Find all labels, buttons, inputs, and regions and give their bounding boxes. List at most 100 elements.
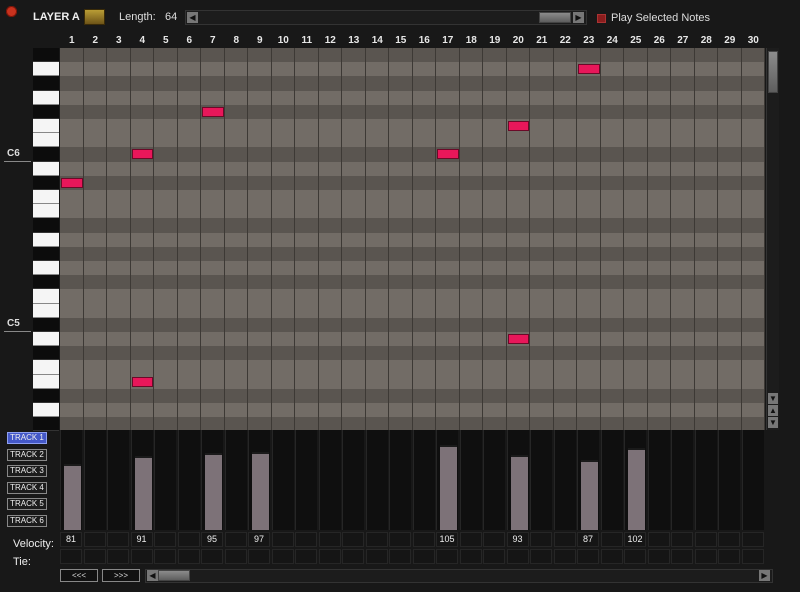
grid-row[interactable] [60,147,765,162]
white-key[interactable] [33,190,59,205]
white-key[interactable] [33,119,59,134]
scroll-down-icon[interactable]: ▼ [768,393,778,404]
length-value[interactable]: 64 [165,11,177,23]
velocity-value[interactable]: 87 [577,532,599,547]
grid-row[interactable] [60,289,765,304]
velocity-value[interactable] [694,532,717,547]
velocity-value[interactable] [177,532,200,547]
grid-row[interactable] [60,76,765,91]
velocity-lane[interactable] [60,430,766,530]
black-key[interactable] [33,346,59,361]
black-key[interactable] [33,175,59,190]
tie-cell[interactable] [318,549,341,564]
velocity-value[interactable] [530,532,552,547]
white-key[interactable] [33,232,59,247]
scroll-left-icon[interactable]: ◀ [187,12,198,23]
tie-cell[interactable] [342,549,364,564]
track-button[interactable]: TRACK 4 [7,481,47,494]
velocity-bar[interactable] [64,464,81,530]
tie-cell[interactable] [553,549,576,564]
track-button[interactable]: TRACK 3 [7,465,47,477]
white-key[interactable] [33,374,59,389]
close-icon[interactable] [6,6,17,17]
track-button[interactable]: TRACK 2 [7,448,47,461]
note-block[interactable] [202,106,224,117]
grid-row[interactable] [60,90,765,105]
velocity-column[interactable] [483,430,505,530]
velocity-value[interactable] [671,532,693,547]
velocity-column[interactable] [741,430,764,530]
tie-cell[interactable] [365,549,388,564]
tie-cell[interactable] [248,549,270,564]
grid-row[interactable] [60,62,765,77]
velocity-column[interactable] [224,430,247,530]
grid-row[interactable] [60,346,765,361]
velocity-column[interactable] [83,430,106,530]
tie-cell[interactable] [271,549,294,564]
velocity-column[interactable] [107,430,129,530]
velocity-column[interactable] [248,430,270,530]
black-key[interactable] [33,275,59,290]
play-selected-checkbox[interactable] [597,14,606,23]
velocity-value[interactable] [295,532,317,547]
velocity-value[interactable] [553,532,576,547]
velocity-bar[interactable] [628,447,645,530]
white-key[interactable] [33,403,59,418]
black-key[interactable] [33,417,59,432]
velocity-value[interactable]: 95 [201,532,223,547]
velocity-value[interactable] [741,532,764,547]
velocity-column[interactable] [694,430,717,530]
black-key[interactable] [33,48,59,63]
velocity-value[interactable] [83,532,106,547]
velocity-bar[interactable] [205,453,222,530]
velocity-value[interactable]: 93 [506,532,529,547]
velocity-column[interactable] [436,430,458,530]
velocity-bar[interactable] [252,451,269,530]
black-key[interactable] [33,388,59,403]
tie-cell[interactable] [530,549,552,564]
velocity-value[interactable] [483,532,505,547]
velocity-column[interactable] [718,430,740,530]
velocity-column[interactable] [130,430,153,530]
white-key[interactable] [33,289,59,304]
velocity-value[interactable]: 97 [248,532,270,547]
velocity-value[interactable]: 81 [60,532,82,547]
velocity-value[interactable] [224,532,247,547]
velocity-column[interactable] [647,430,670,530]
velocity-value[interactable]: 105 [436,532,458,547]
grid-row[interactable] [60,317,765,332]
black-key[interactable] [33,218,59,233]
velocity-value[interactable] [647,532,670,547]
white-key[interactable] [33,261,59,276]
grid-row[interactable] [60,374,765,389]
tie-cell[interactable] [506,549,529,564]
tie-cell[interactable] [389,549,411,564]
velocity-column[interactable] [295,430,317,530]
tie-cell[interactable] [60,549,82,564]
track-button[interactable]: TRACK 1 [7,432,47,444]
note-block[interactable] [61,177,83,188]
white-key[interactable] [33,332,59,347]
length-scrollbar[interactable]: ◀ ▶ [185,10,587,25]
velocity-column[interactable] [271,430,294,530]
velocity-column[interactable] [412,430,435,530]
velocity-column[interactable] [600,430,623,530]
note-block[interactable] [507,334,529,344]
scroll-left-icon[interactable]: ◀ [147,570,158,581]
velocity-value[interactable] [154,532,176,547]
grid-row[interactable] [60,403,765,418]
scroll-right-icon[interactable]: ▶ [759,570,770,581]
grid-row[interactable] [60,388,765,403]
tie-cell[interactable] [459,549,482,564]
velocity-bar[interactable] [510,454,528,530]
velocity-column[interactable] [530,430,552,530]
grid-row[interactable] [60,275,765,290]
horizontal-scroll-thumb[interactable] [158,570,190,581]
horizontal-scrollbar[interactable]: ◀ ▶ [145,569,773,583]
note-grid[interactable] [60,48,765,430]
velocity-value[interactable] [318,532,341,547]
velocity-column[interactable] [459,430,482,530]
grid-row[interactable] [60,48,765,63]
velocity-value[interactable] [459,532,482,547]
length-scroll-thumb[interactable] [539,12,571,23]
